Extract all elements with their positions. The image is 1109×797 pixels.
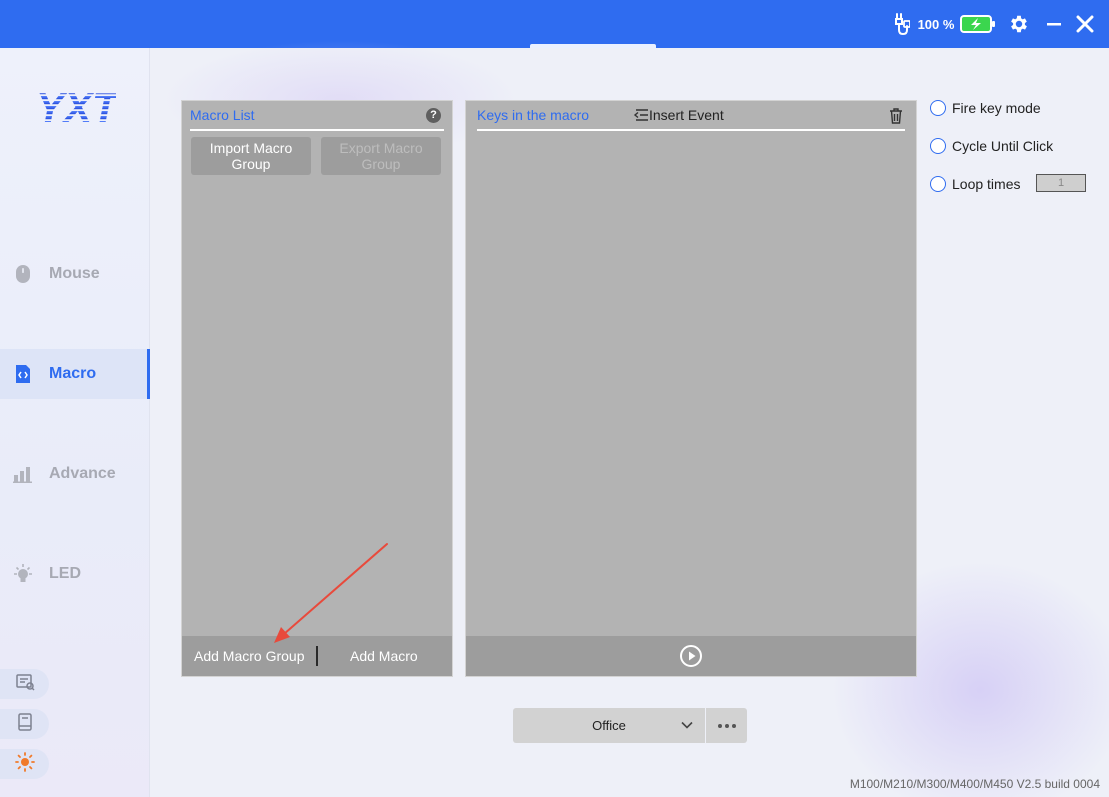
theme-button[interactable] xyxy=(0,749,49,779)
feedback-icon xyxy=(15,673,35,696)
macro-list-header: Macro List ? xyxy=(190,101,444,131)
cycle-until-click-option[interactable]: Cycle Until Click xyxy=(930,138,1053,154)
mouse-icon xyxy=(12,263,34,285)
keys-panel-footer xyxy=(466,636,916,676)
sidebar-item-led[interactable]: LED xyxy=(0,549,150,599)
manual-book-icon xyxy=(17,712,33,736)
keys-panel-title: Keys in the macro xyxy=(477,107,590,123)
fire-key-mode-radio[interactable] xyxy=(930,100,946,116)
cycle-until-click-label: Cycle Until Click xyxy=(952,138,1054,154)
fire-key-mode-option[interactable]: Fire key mode xyxy=(930,100,1041,116)
loop-times-option[interactable]: Loop times xyxy=(930,176,1020,192)
loop-times-label: Loop times xyxy=(952,176,1021,192)
trash-icon[interactable] xyxy=(889,108,903,124)
close-icon[interactable] xyxy=(1072,0,1098,48)
sidebar-item-label: Mouse xyxy=(49,265,100,282)
macro-file-icon xyxy=(12,363,34,385)
loop-times-input[interactable]: 1 xyxy=(1036,174,1086,192)
keys-in-macro-panel: Keys in the macro Insert Event xyxy=(465,100,917,677)
battery-charging-icon xyxy=(958,0,998,48)
sidebar-item-advance[interactable]: Advance xyxy=(0,449,150,499)
title-bar: 100 % xyxy=(0,0,1109,48)
manual-button[interactable] xyxy=(0,709,49,739)
brand-logo: YXT xyxy=(34,84,121,131)
loop-times-radio[interactable] xyxy=(930,176,946,192)
gear-icon[interactable] xyxy=(1006,0,1032,48)
minimize-icon[interactable] xyxy=(1042,0,1066,48)
bar-chart-icon xyxy=(12,463,34,485)
profile-selected-value: Office xyxy=(592,718,626,733)
insert-event-icon xyxy=(633,108,649,122)
sidebar: YXT Mouse Macro Advance LED xyxy=(0,48,150,797)
ellipsis-icon xyxy=(717,723,737,729)
macro-list-title: Macro List xyxy=(190,107,255,123)
help-icon[interactable]: ? xyxy=(426,108,441,123)
add-macro-group-button[interactable]: Add Macro Group xyxy=(194,648,305,664)
profile-dropdown[interactable]: Office xyxy=(513,708,705,743)
title-tab-indicator xyxy=(530,44,656,48)
add-macro-button[interactable]: Add Macro xyxy=(350,648,418,664)
fire-key-mode-label: Fire key mode xyxy=(952,100,1041,116)
sun-theme-icon xyxy=(14,751,35,777)
logo-text: YXT xyxy=(36,86,116,128)
usb-cable-icon xyxy=(888,0,914,48)
keys-panel-header: Keys in the macro Insert Event xyxy=(477,101,905,131)
battery-percent: 100 % xyxy=(917,16,955,32)
insert-event-label: Insert Event xyxy=(649,107,724,123)
more-options-button[interactable] xyxy=(706,708,747,743)
feedback-button[interactable] xyxy=(0,669,49,699)
sidebar-item-mouse[interactable]: Mouse xyxy=(0,249,150,299)
cycle-until-click-radio[interactable] xyxy=(930,138,946,154)
chevron-down-icon xyxy=(681,720,693,730)
footer-divider xyxy=(316,646,318,666)
macro-list-footer: Add Macro Group Add Macro xyxy=(182,636,452,676)
bulb-icon xyxy=(12,563,34,585)
play-icon[interactable] xyxy=(679,644,703,668)
sidebar-item-macro[interactable]: Macro xyxy=(0,349,150,399)
export-macro-group-button[interactable]: Export Macro Group xyxy=(321,137,441,175)
sidebar-item-label: Macro xyxy=(49,365,97,382)
insert-event-button[interactable]: Insert Event xyxy=(633,107,724,123)
version-label: M100/M210/M300/M400/M450 V2.5 build 0004 xyxy=(849,777,1100,791)
sidebar-item-label: Advance xyxy=(49,465,116,482)
macro-list-panel: Macro List ? Import Macro Group Export M… xyxy=(181,100,453,677)
sidebar-item-label: LED xyxy=(49,565,81,582)
import-macro-group-button[interactable]: Import Macro Group xyxy=(191,137,311,175)
